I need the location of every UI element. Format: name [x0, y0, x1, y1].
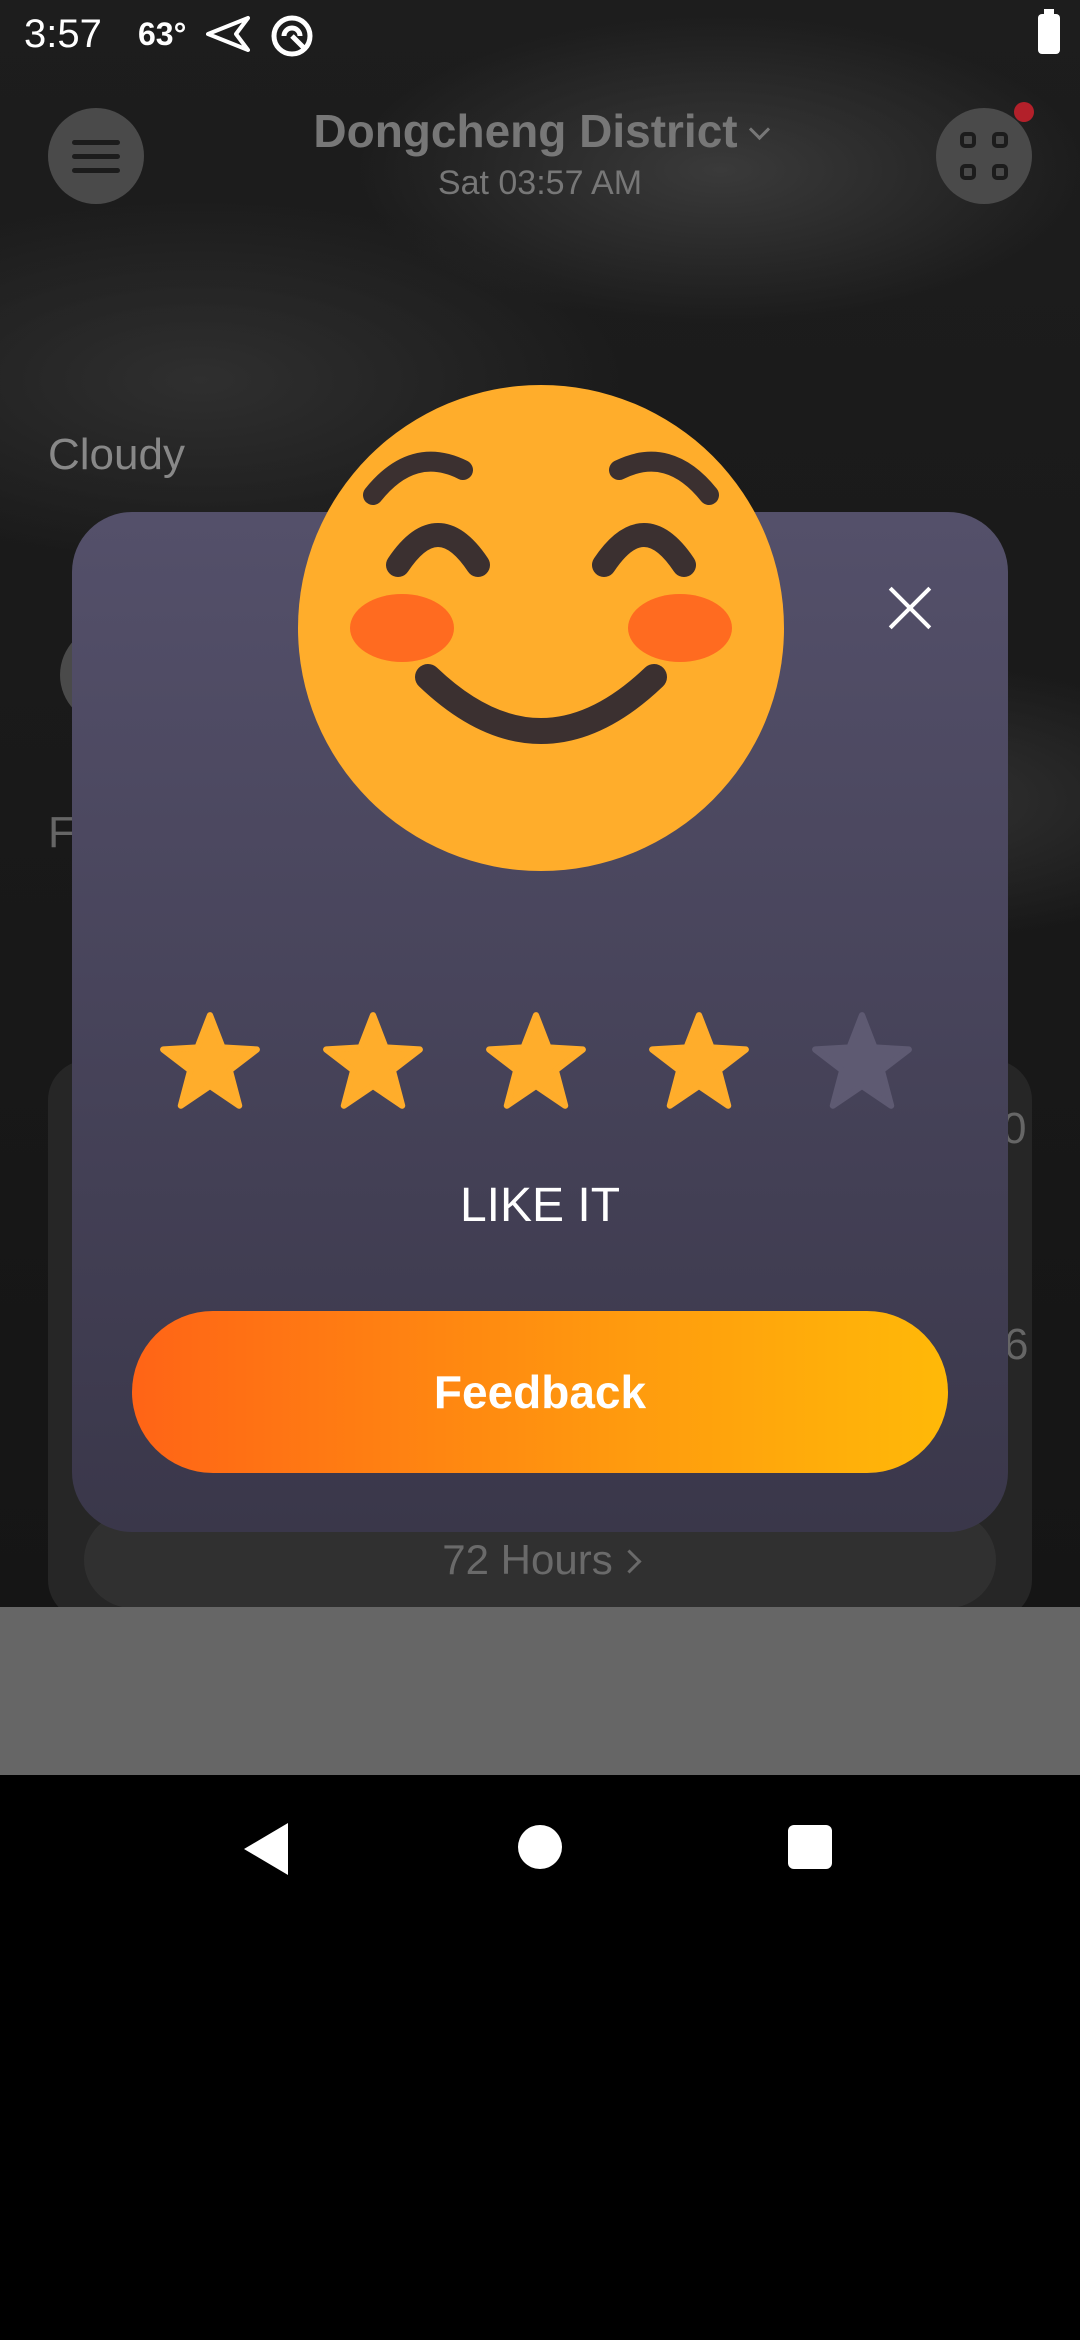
- close-icon[interactable]: [880, 578, 940, 638]
- star-rating: [150, 1010, 930, 1120]
- status-bar: 3:57 63°: [0, 0, 1080, 72]
- star-icon: [812, 1012, 912, 1109]
- system-navigation-bar: [0, 1775, 1080, 1918]
- date-time: Sat 03:57 AM: [437, 164, 643, 202]
- ad-banner-area: [0, 1607, 1080, 1775]
- obscured-text: F: [48, 808, 75, 857]
- star-icon: [649, 1012, 749, 1109]
- app-notification-icon: [271, 15, 313, 57]
- smiling-face-emoji-icon: [298, 385, 784, 871]
- home-icon[interactable]: [518, 1825, 562, 1869]
- feedback-button[interactable]: Feedback: [132, 1311, 948, 1473]
- star-icon: [323, 1012, 423, 1109]
- star-2[interactable]: [321, 1010, 425, 1114]
- star-4[interactable]: [647, 1010, 751, 1114]
- battery-icon: [1038, 9, 1060, 54]
- back-icon[interactable]: [244, 1823, 288, 1875]
- 72-hours-label: 72 Hours: [442, 1536, 613, 1583]
- status-temperature: 63°: [138, 16, 187, 52]
- location-name: Dongcheng District: [313, 105, 738, 157]
- widgets-button[interactable]: [936, 108, 1032, 204]
- star-1[interactable]: [158, 1010, 262, 1114]
- star-icon: [160, 1012, 260, 1109]
- weather-condition: Cloudy: [48, 430, 185, 479]
- star-5[interactable]: [810, 1010, 914, 1114]
- rating-label: LIKE IT: [459, 1179, 621, 1232]
- star-3[interactable]: [484, 1010, 588, 1114]
- star-icon: [486, 1012, 586, 1109]
- location-selector[interactable]: Dongcheng District: [0, 104, 1080, 158]
- recents-icon[interactable]: [788, 1825, 832, 1869]
- status-time: 3:57: [24, 12, 102, 56]
- chevron-down-icon: [748, 118, 770, 141]
- send-icon: [206, 16, 250, 52]
- chevron-right-icon: [617, 1549, 642, 1574]
- notification-dot: [1014, 102, 1034, 122]
